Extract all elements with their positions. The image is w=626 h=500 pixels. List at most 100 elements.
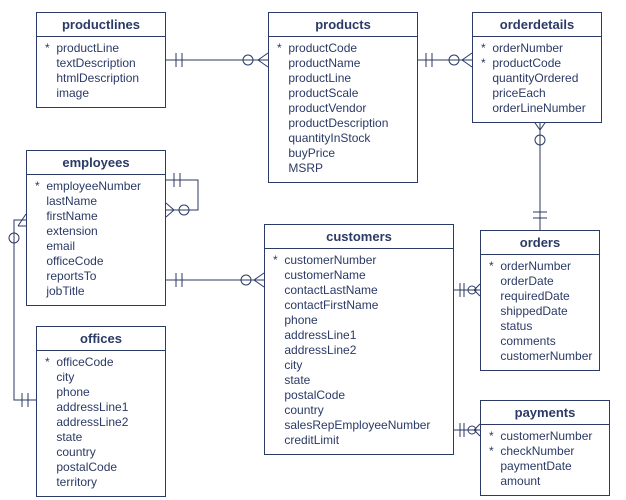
attr-row: * phone (273, 313, 445, 328)
attr-row: * contactLastName (273, 283, 445, 298)
attr-name: officeCode (56, 355, 113, 369)
attr-row: * jobTitle (35, 284, 157, 299)
attr-row: * state (273, 373, 445, 388)
attr-name: comments (500, 334, 555, 348)
attr-row: * email (35, 239, 157, 254)
attr-row: * productVendor (277, 101, 409, 116)
attr-row: * paymentDate (489, 459, 601, 474)
attr-row: * orderNumber (489, 259, 591, 274)
attr-name: firstName (46, 209, 97, 223)
entity-title: employees (27, 151, 165, 175)
attr-name: state (284, 373, 310, 387)
attr-row: * addressLine1 (45, 400, 157, 415)
attr-name: territory (56, 475, 97, 489)
rel-employees-customers (166, 273, 264, 287)
key-star-icon: * (481, 41, 489, 56)
rel-employees-self (166, 173, 198, 217)
attr-list: * productLine* textDescription* htmlDesc… (37, 37, 165, 107)
attr-name: productCode (288, 41, 357, 55)
attr-name: requiredDate (500, 289, 569, 303)
rel-customers-orders (454, 283, 480, 297)
key-star-icon: * (489, 429, 497, 444)
entity-orderdetails: orderdetails * orderNumber* productCode*… (472, 12, 602, 123)
attr-row: * officeCode (35, 254, 157, 269)
attr-name: customerNumber (284, 253, 376, 267)
entity-offices: offices * officeCode* city* phone* addre… (36, 326, 166, 497)
attr-row: * productCode (481, 56, 593, 71)
attr-name: phone (56, 385, 89, 399)
attr-name: officeCode (46, 254, 103, 268)
attr-row: * city (45, 370, 157, 385)
attr-row: * productCode (277, 41, 409, 56)
attr-name: phone (284, 313, 317, 327)
attr-list: * orderNumber* productCode* quantityOrde… (473, 37, 601, 122)
attr-row: * quantityInStock (277, 131, 409, 146)
key-star-icon: * (277, 41, 285, 56)
attr-row: * buyPrice (277, 146, 409, 161)
attr-row: * productLine (277, 71, 409, 86)
attr-name: postalCode (284, 388, 345, 402)
entity-payments: payments * customerNumber* checkNumber* … (480, 400, 610, 496)
attr-row: * state (45, 430, 157, 445)
attr-list: * customerNumber* checkNumber* paymentDa… (481, 425, 609, 495)
attr-row: * amount (489, 474, 601, 489)
entity-employees: employees * employeeNumber* lastName* fi… (26, 150, 166, 306)
entity-title: orders (481, 231, 599, 255)
attr-name: contactFirstName (284, 298, 378, 312)
attr-name: city (284, 358, 302, 372)
attr-name: city (56, 370, 74, 384)
attr-row: * postalCode (273, 388, 445, 403)
attr-row: * city (273, 358, 445, 373)
attr-name: employeeNumber (46, 179, 141, 193)
attr-name: customerNumber (500, 349, 592, 363)
attr-list: * orderNumber* orderDate* requiredDate* … (481, 255, 599, 370)
attr-name: creditLimit (284, 433, 339, 447)
attr-row: * productDescription (277, 116, 409, 131)
attr-row: * country (45, 445, 157, 460)
attr-row: * MSRP (277, 161, 409, 176)
entity-title: offices (37, 327, 165, 351)
key-star-icon: * (273, 253, 281, 268)
attr-name: status (500, 319, 532, 333)
attr-name: extension (46, 224, 97, 238)
attr-name: customerNumber (500, 429, 592, 443)
entity-orders: orders * orderNumber* orderDate* require… (480, 230, 600, 371)
attr-row: * customerNumber (273, 253, 445, 268)
attr-name: paymentDate (500, 459, 571, 473)
attr-row: * reportsTo (35, 269, 157, 284)
attr-row: * quantityOrdered (481, 71, 593, 86)
attr-row: * firstName (35, 209, 157, 224)
attr-row: * priceEach (481, 86, 593, 101)
rel-productlines-products (166, 53, 268, 67)
attr-name: lastName (46, 194, 97, 208)
attr-row: * comments (489, 334, 591, 349)
attr-name: addressLine2 (56, 415, 128, 429)
attr-name: shippedDate (500, 304, 567, 318)
attr-row: * addressLine2 (273, 343, 445, 358)
attr-row: * productLine (45, 41, 157, 56)
attr-row: * customerNumber (489, 429, 601, 444)
entity-title: orderdetails (473, 13, 601, 37)
attr-name: priceEach (492, 86, 545, 100)
attr-name: customerName (284, 268, 365, 282)
attr-name: image (56, 86, 89, 100)
attr-name: addressLine2 (284, 343, 356, 357)
attr-name: productName (288, 56, 360, 70)
attr-row: * creditLimit (273, 433, 445, 448)
entity-title: payments (481, 401, 609, 425)
key-star-icon: * (35, 179, 43, 194)
attr-row: * territory (45, 475, 157, 490)
attr-name: country (56, 445, 95, 459)
attr-name: quantityInStock (288, 131, 370, 145)
attr-name: orderDate (500, 274, 553, 288)
attr-row: * addressLine1 (273, 328, 445, 343)
entity-title: productlines (37, 13, 165, 37)
attr-row: * status (489, 319, 591, 334)
attr-name: productScale (288, 86, 358, 100)
attr-list: * productCode* productName* productLine *… (269, 37, 417, 182)
attr-row: * addressLine2 (45, 415, 157, 430)
attr-row: * contactFirstName (273, 298, 445, 313)
entity-title: customers (265, 225, 453, 249)
key-star-icon: * (481, 56, 489, 71)
attr-name: jobTitle (46, 284, 84, 298)
